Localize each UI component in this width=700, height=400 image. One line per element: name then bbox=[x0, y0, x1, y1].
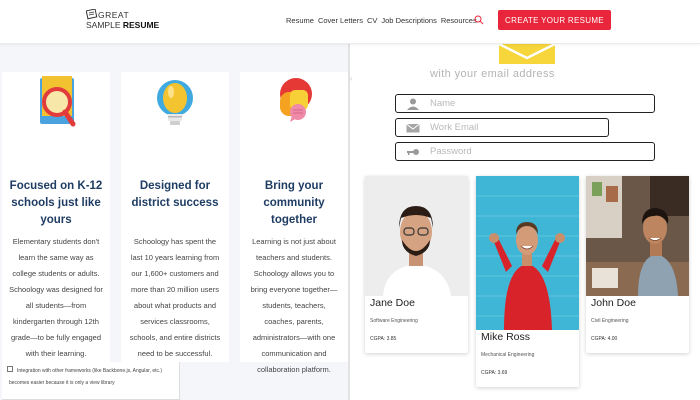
profile-gpa: CGPA: 3.85 bbox=[370, 336, 397, 342]
lightbulb-icon bbox=[157, 80, 193, 125]
feature-description: Elementary students don't learn the same… bbox=[9, 237, 103, 358]
user-icon bbox=[407, 98, 419, 110]
nav-cv[interactable]: CV bbox=[367, 16, 377, 25]
profile-gpa: CGPA: 3.69 bbox=[481, 370, 508, 376]
profile-photo bbox=[365, 176, 468, 296]
mail-icon bbox=[406, 123, 420, 132]
logo-icon bbox=[86, 9, 98, 20]
email-field[interactable] bbox=[395, 118, 609, 137]
feature-description: Schoology has spent the last 10 years le… bbox=[129, 237, 221, 358]
magnifier-book-icon bbox=[40, 76, 76, 127]
panel-divider bbox=[348, 44, 350, 400]
feature-description: Learning is not just about teachers and … bbox=[250, 237, 338, 374]
feature-card-district: Designed for district success Schoology … bbox=[121, 72, 229, 362]
name-field[interactable] bbox=[395, 94, 655, 113]
profile-photo bbox=[476, 176, 579, 330]
feature-title: Bring your community together bbox=[263, 180, 325, 226]
profile-photo bbox=[586, 176, 689, 296]
integration-note: Integration with other frameworks (like … bbox=[2, 362, 180, 400]
profile-name: Jane Doe bbox=[370, 297, 415, 309]
note-text: Integration with other frameworks (like … bbox=[9, 368, 163, 386]
password-input[interactable] bbox=[430, 146, 590, 157]
profile-card[interactable]: John Doe Civil Engineering CGPA: 4.00 bbox=[586, 176, 689, 353]
speech-bubbles-icon bbox=[280, 78, 312, 122]
features-panel: Focused on K-12 schools just like yours … bbox=[0, 44, 348, 400]
profile-card[interactable]: Mike Ross Mechanical Engineering CGPA: 3… bbox=[476, 176, 579, 387]
profile-major: Mechanical Engineering bbox=[481, 352, 535, 358]
nav-resources[interactable]: Resources bbox=[441, 16, 477, 25]
email-input[interactable] bbox=[430, 122, 590, 133]
envelope-icon bbox=[499, 44, 555, 64]
profile-major: Civil Engineering bbox=[591, 318, 629, 324]
site-header: GREAT SAMPLE RESUME Resume Cover Letters… bbox=[0, 0, 700, 44]
create-resume-button[interactable]: CREATE YOUR RESUME bbox=[498, 10, 611, 30]
feature-title: Focused on K-12 schools just like yours bbox=[9, 180, 103, 226]
logo-text-top: GREAT bbox=[98, 10, 130, 20]
search-icon[interactable] bbox=[474, 15, 484, 25]
feature-card-community: Bring your community together Learning i… bbox=[240, 72, 348, 374]
profile-name: Mike Ross bbox=[481, 331, 531, 343]
nav-cover-letters[interactable]: Cover Letters bbox=[318, 16, 363, 25]
nav-resume[interactable]: Resume bbox=[286, 16, 314, 25]
key-icon bbox=[407, 148, 419, 155]
logo-text-bottom: SAMPLE RESUME bbox=[86, 20, 160, 30]
nav-job-descriptions[interactable]: Job Descriptions bbox=[381, 16, 436, 25]
password-field[interactable] bbox=[395, 142, 655, 161]
feature-title: Designed for district success bbox=[131, 180, 219, 209]
feature-card-k12: Focused on K-12 schools just like yours … bbox=[2, 72, 110, 362]
site-logo[interactable]: GREAT SAMPLE RESUME bbox=[84, 9, 164, 35]
profile-name: John Doe bbox=[591, 297, 636, 309]
form-heading: with your email address bbox=[430, 68, 555, 80]
main-nav: Resume Cover Letters CV Job Descriptions… bbox=[286, 16, 477, 25]
profile-major: Software Engineering bbox=[370, 318, 418, 324]
name-input[interactable] bbox=[430, 98, 590, 109]
profile-gpa: CGPA: 4.00 bbox=[591, 336, 618, 342]
profile-card[interactable]: Jane Doe Software Engineering CGPA: 3.85 bbox=[365, 176, 468, 353]
